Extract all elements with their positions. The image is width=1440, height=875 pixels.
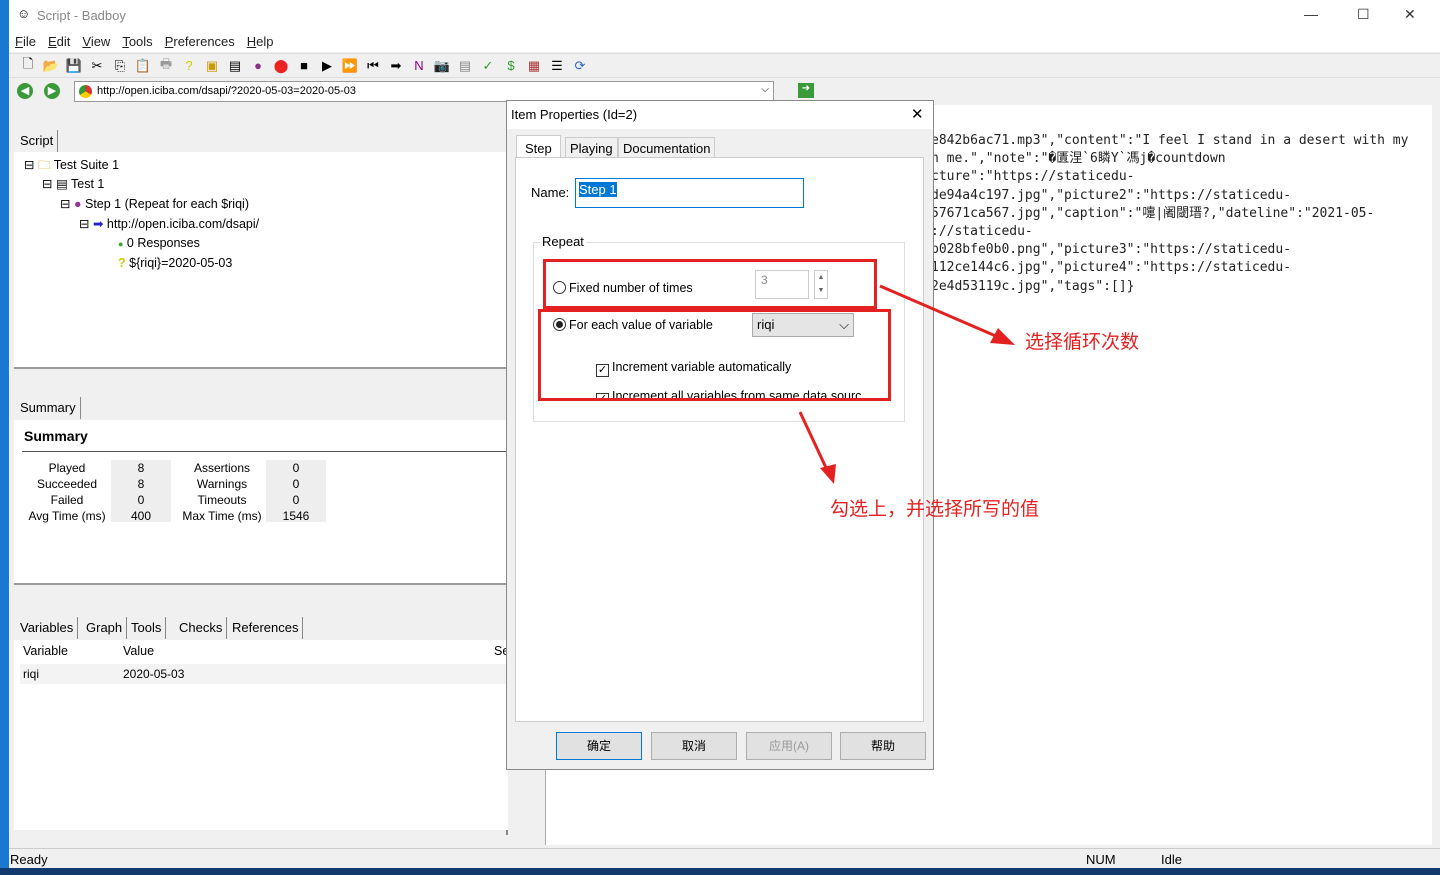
arrow-head xyxy=(990,328,1015,345)
annotation-text-2: 勾选上，并选择所写的值 xyxy=(830,499,1040,520)
arrow-head xyxy=(820,464,836,484)
arrow-line xyxy=(879,284,1006,342)
arrow-line xyxy=(798,411,830,473)
annotation-text-1: 选择循环次数 xyxy=(1025,332,1140,353)
annotation-arrows xyxy=(798,284,1015,484)
